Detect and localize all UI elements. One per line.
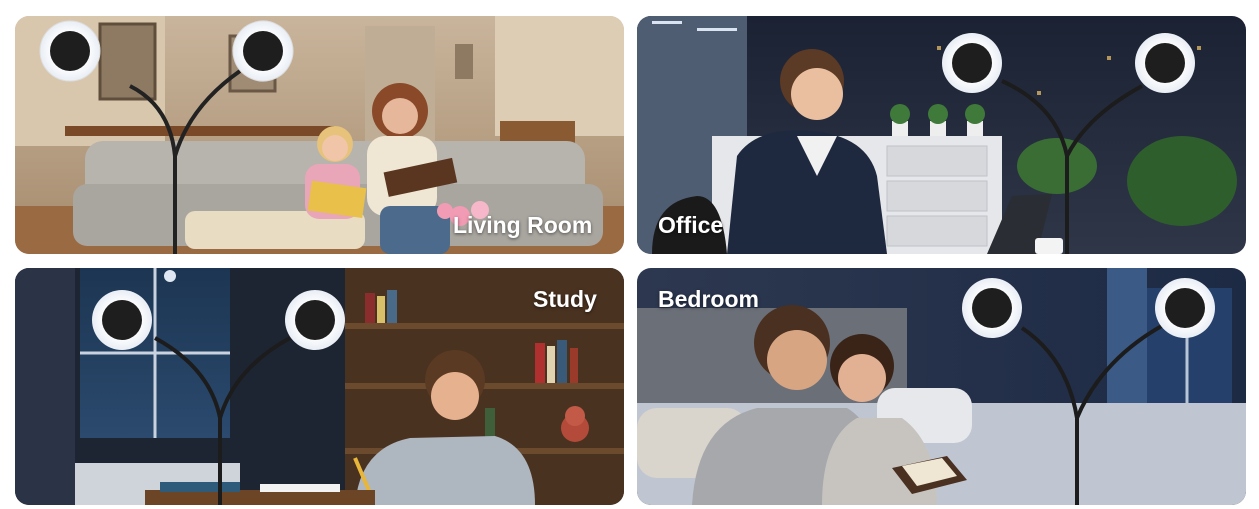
panel-label: Living Room <box>453 212 593 238</box>
panel-label: Study <box>533 286 597 312</box>
study-panel: Study <box>15 268 624 505</box>
panel-label: Office <box>658 212 724 238</box>
scene-grid: Living Room Office Study Bedroom <box>0 0 1259 509</box>
bedroom-panel: Bedroom <box>637 268 1246 505</box>
panel-label: Bedroom <box>658 286 759 312</box>
living-room-panel: Living Room <box>15 16 624 254</box>
office-panel: Office <box>637 16 1246 254</box>
office-photo <box>637 16 1246 254</box>
